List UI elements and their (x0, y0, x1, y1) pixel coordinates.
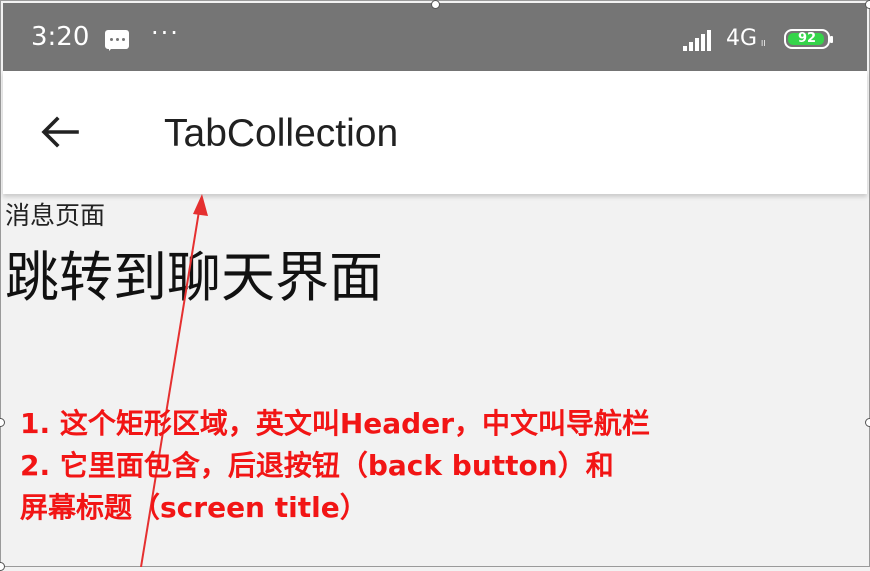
network-activity-label: ll (761, 39, 766, 48)
back-button[interactable] (37, 109, 83, 155)
network-type-label: 4G (726, 26, 758, 51)
annotation-line-1: 1. 这个矩形区域，英文叫Header，中文叫导航栏 (20, 407, 651, 440)
battery-icon: 92 (784, 29, 833, 49)
signal-icon (683, 30, 719, 51)
more-dots-icon: ··· (151, 19, 180, 47)
screen-title: TabCollection (164, 112, 399, 155)
resize-handle-right[interactable] (865, 418, 870, 427)
header: TabCollection (3, 71, 867, 194)
status-time: 3:20 (31, 22, 90, 52)
resize-handle-top-right[interactable] (865, 0, 870, 9)
resize-handle-top[interactable] (431, 0, 440, 9)
status-bar: 3:20 ··· 4G ll 92 (3, 3, 867, 71)
back-arrow-icon (41, 116, 79, 148)
annotation-line-2: 2. 它里面包含，后退按钮（back button）和 (20, 449, 614, 482)
message-icon (105, 30, 129, 51)
annotation-line-3: 屏幕标题（screen title） (20, 491, 368, 524)
jump-to-chat-link[interactable]: 跳转到聊天界面 (5, 243, 383, 313)
page-label: 消息页面 (5, 201, 106, 230)
battery-level: 92 (797, 31, 817, 46)
